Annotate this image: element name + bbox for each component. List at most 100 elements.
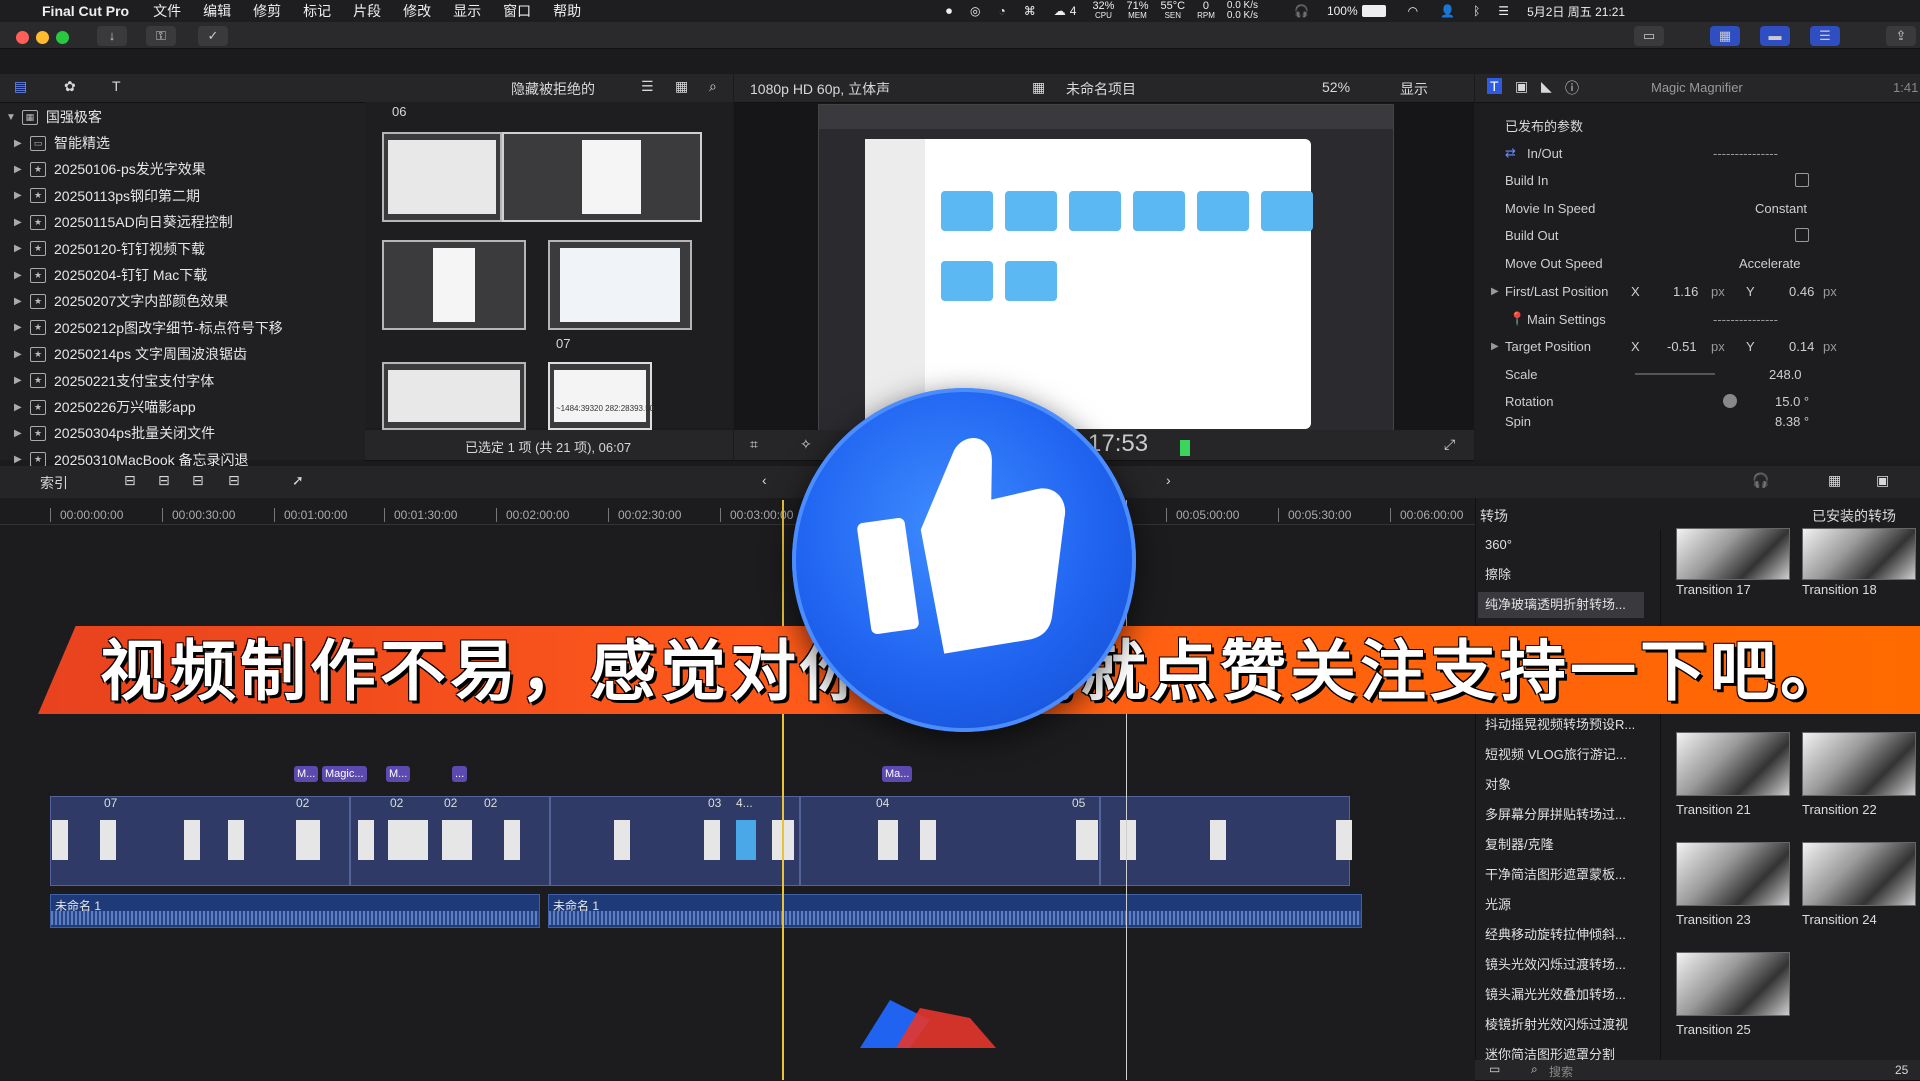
event-item[interactable]: ▶ ★ 20250115AD向日葵远程控制 [0,209,233,235]
disclosure-icon[interactable]: ▶ [14,270,24,281]
filmstrip-icon[interactable]: ▦ [675,78,688,95]
rotation-dial[interactable] [1723,394,1737,408]
background-tasks-icon[interactable]: ✓ [198,26,228,46]
user-icon[interactable]: 👤 [1440,4,1455,18]
title-tag[interactable]: M... [294,766,319,782]
event-item[interactable]: ▶ ★ 20250212p图改字细节-标点符号下移 [0,315,283,341]
clip-thumbnail[interactable]: ~1484:39320 282:28393.50 [548,362,654,430]
transition-category[interactable]: 360° [1485,532,1645,558]
scale-slider[interactable] [1635,373,1715,375]
insert-clip-icon[interactable]: ⊟ [158,472,170,489]
disclosure-icon[interactable]: ▶ [14,402,24,413]
menu-clip[interactable]: 片段 [353,1,381,21]
disclosure-icon[interactable]: ▶ [14,296,24,307]
event-item[interactable]: ▶ ★ 20250226万兴喵影app [0,394,196,420]
menu-edit[interactable]: 编辑 [203,1,231,21]
info-icon[interactable]: ⓘ [1565,78,1579,98]
build-out-checkbox[interactable] [1795,228,1809,242]
transition-category[interactable]: 对象 [1485,772,1645,798]
event-item[interactable]: ▶ ★ 20250207文字内部颜色效果 [0,288,228,314]
event-item[interactable]: ▶ ★ 20250204-钉钉 Mac下载 [0,262,207,288]
disclosure-icon[interactable]: ▶ [14,349,24,360]
wifi-icon[interactable]: ◠ [1408,4,1418,18]
title-tag[interactable]: M... [386,766,411,782]
share-icon[interactable]: ⇪ [1886,26,1916,46]
menu-modify[interactable]: 修改 [403,1,431,21]
control-center-icon[interactable]: ☰ [1498,4,1509,18]
playhead[interactable] [782,500,784,1080]
menu-trim[interactable]: 修剪 [253,1,281,21]
menu-mark[interactable]: 标记 [303,1,331,21]
zoom-dropdown[interactable]: 52% [1322,79,1350,95]
disclosure-icon[interactable]: ▶ [1491,341,1499,352]
transition-category[interactable]: 抖动摇晃视频转场预设R... [1485,712,1645,738]
video-clip[interactable] [550,796,800,886]
transition-thumbnail[interactable] [1676,842,1790,906]
menu-file[interactable]: 文件 [153,1,181,21]
display-dropdown[interactable]: 显示 [1400,79,1428,99]
transition-category[interactable]: 棱镜折射光效闪烁过渡视 [1485,1012,1645,1038]
forward-icon[interactable]: › [1166,472,1171,488]
installed-transitions-label[interactable]: 已安装的转场 [1812,506,1896,526]
clip-thumbnail[interactable] [382,362,526,430]
event-item[interactable]: ▶ ★ 20250113ps钢印第二期 [0,183,200,209]
first-last-x-field[interactable]: 1.16 [1673,284,1698,299]
wechat-icon[interactable]: ☁ [1054,4,1066,18]
libraries-icon[interactable]: ▤ [14,78,27,95]
clip-thumbnail[interactable] [382,132,502,222]
transition-category[interactable]: 干净简洁图形遮罩蒙板... [1485,862,1645,888]
timeline[interactable] [0,498,1475,1080]
menu-help[interactable]: 帮助 [553,1,581,21]
transition-category[interactable]: 镜头光效闪烁过渡转场... [1485,952,1645,978]
transition-category[interactable]: 光源 [1485,892,1645,918]
app-menu[interactable]: Final Cut Pro [42,3,129,19]
title-tag[interactable]: Magic... [322,766,367,782]
fullscreen-icon[interactable]: ⤢ [1444,436,1455,453]
search-icon[interactable]: ⌕ [709,78,717,95]
menu-view[interactable]: 显示 [453,1,481,21]
clip-thumbnail[interactable] [502,132,702,222]
video-clip[interactable] [800,796,1100,886]
smart-collection-item[interactable]: ▶ ▭ 智能精选 [0,130,110,156]
search-icon[interactable]: ⌕ [1531,1062,1538,1077]
event-item[interactable]: ▶ ★ 20250106-ps发光字效果 [0,156,206,182]
battery-icon[interactable] [1361,5,1386,17]
event-item[interactable]: ▶ ★ 20250304ps批量关闭文件 [0,420,215,446]
transition-thumbnail[interactable] [1802,528,1916,580]
record-icon[interactable]: ⏺ [946,4,952,19]
transition-thumbnail[interactable] [1676,528,1790,580]
close-window-button[interactable] [16,31,29,44]
title-tag[interactable]: Ma... [882,766,913,782]
disclosure-icon[interactable]: ▶ [14,190,24,201]
disclosure-icon[interactable]: ▶ [14,164,24,175]
movie-in-speed-select[interactable]: Constant [1755,201,1807,216]
bluetooth-icon[interactable]: ᛒ [1473,4,1480,18]
library-item[interactable]: ▼ ▦ 国强极客 [0,104,102,130]
video-inspector-icon[interactable]: ▣ [1515,78,1528,95]
disclosure-icon[interactable]: ▶ [14,243,24,254]
transition-thumbnail[interactable] [1676,952,1790,1016]
search-status-icon[interactable]: ◎ [970,4,980,18]
disclosure-icon[interactable]: ▶ [14,454,24,465]
inspector-toggle-icon[interactable]: ☰ [1810,26,1840,46]
sidebar-toggle-icon[interactable]: ▭ [1489,1062,1500,1076]
titles-icon[interactable]: T [112,78,121,94]
rotation-field[interactable]: 15.0 ° [1775,394,1809,409]
select-tool-icon[interactable]: ➚ [292,472,304,489]
transition-category[interactable]: 多屏幕分屏拼贴转场过... [1485,802,1645,828]
disclosure-icon[interactable]: ▶ [14,375,24,386]
connect-clip-icon[interactable]: ⊟ [192,472,204,489]
disclosure-icon[interactable]: ▶ [14,138,24,149]
bookmark-icon[interactable]: ⌘ [1024,4,1036,18]
move-out-speed-select[interactable]: Accelerate [1739,256,1800,271]
audio-clip[interactable]: 未命名 1 [50,894,540,928]
workspace-icon[interactable]: ▭ [1634,26,1664,46]
event-item[interactable]: ▶ ★ 20250221支付宝支付字体 [0,368,214,394]
browser-toggle-icon[interactable]: ▦ [1710,26,1740,46]
in-out-row[interactable]: ⇄ In/Out --------------- [1505,140,1895,166]
event-item[interactable]: ▶ ★ 20250120-钉钉视频下载 [0,236,205,262]
audio-clip[interactable]: 未命名 1 [548,894,1362,928]
filter-dropdown[interactable]: 隐藏被拒绝的 [511,79,595,99]
scale-field[interactable]: 248.0 [1769,367,1802,382]
disclosure-icon[interactable]: ▶ [14,217,24,228]
